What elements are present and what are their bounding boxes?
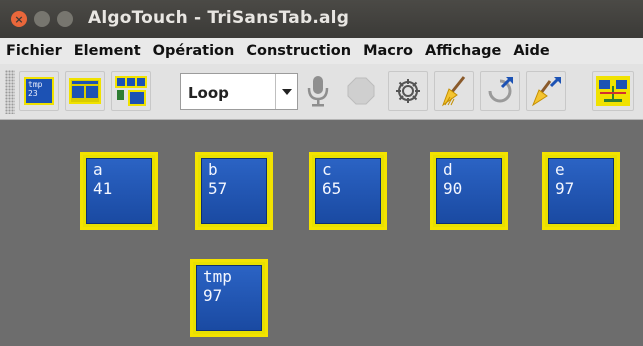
menu-bar: Fichier Element Opération Construction M… xyxy=(0,38,643,64)
undo-icon xyxy=(488,77,513,103)
menu-operation[interactable]: Opération xyxy=(153,43,235,59)
close-icon: × xyxy=(14,12,24,26)
window-title: AlgoTouch - TriSansTab.alg xyxy=(88,8,350,28)
menu-element[interactable]: Element xyxy=(74,43,141,59)
broom-redo-icon xyxy=(531,77,561,107)
record-button[interactable] xyxy=(298,71,338,111)
stop-button[interactable] xyxy=(341,71,381,111)
variable-value: 97 xyxy=(555,179,575,198)
array-index-icon xyxy=(115,76,147,106)
gear-icon xyxy=(396,79,420,103)
loop-select-value: Loop xyxy=(188,84,229,102)
loop-dropdown-button[interactable] xyxy=(275,74,297,109)
variable-name: e xyxy=(555,160,565,179)
array-tile-icon xyxy=(69,78,101,104)
variable-tile-c[interactable]: c 65 xyxy=(309,152,387,230)
clear-button[interactable] xyxy=(434,71,474,111)
variable-name: tmp xyxy=(203,267,232,286)
new-variable-button[interactable]: tmp 23 xyxy=(19,71,59,111)
variable-tile-body: e 97 xyxy=(548,158,614,224)
variable-tile-a[interactable]: a 41 xyxy=(80,152,158,230)
toolbar-grip[interactable] xyxy=(5,70,15,114)
minimize-window-button[interactable] xyxy=(34,11,50,27)
maximize-window-button[interactable] xyxy=(57,11,73,27)
variable-tile-d[interactable]: d 90 xyxy=(430,152,508,230)
variable-value: 97 xyxy=(203,286,223,305)
variable-name: c xyxy=(322,160,332,179)
undo-button[interactable] xyxy=(480,71,520,111)
variable-tile-b[interactable]: b 57 xyxy=(195,152,273,230)
scale-icon xyxy=(596,76,630,106)
stop-octagon-icon xyxy=(347,77,375,105)
variable-tile-body: b 57 xyxy=(201,158,267,224)
variable-value: 57 xyxy=(208,179,228,198)
menu-affichage[interactable]: Affichage xyxy=(425,43,501,59)
variable-name: b xyxy=(208,160,218,179)
loop-select[interactable]: Loop xyxy=(180,73,298,110)
variable-tile-body: c 65 xyxy=(315,158,381,224)
settings-button[interactable] xyxy=(388,71,428,111)
title-bar: × AlgoTouch - TriSansTab.alg xyxy=(0,0,643,38)
variable-tile-icon: tmp 23 xyxy=(24,77,54,105)
clear-redo-button[interactable] xyxy=(526,71,566,111)
variable-value: 90 xyxy=(443,179,463,198)
menu-construction[interactable]: Construction xyxy=(246,43,351,59)
compare-button[interactable] xyxy=(592,71,634,111)
toolbar: tmp 23 Loop xyxy=(0,64,643,120)
microphone-icon xyxy=(307,76,329,107)
menu-macro[interactable]: Macro xyxy=(363,43,413,59)
variable-value: 41 xyxy=(93,179,113,198)
new-array-button[interactable] xyxy=(65,71,105,111)
variable-tile-body: a 41 xyxy=(86,158,152,224)
menu-fichier[interactable]: Fichier xyxy=(6,43,62,59)
workspace-canvas[interactable]: a 41 b 57 c 65 d 90 e 97 tmp 97 xyxy=(0,121,643,346)
variable-name: d xyxy=(443,160,453,179)
variable-tile-tmp[interactable]: tmp 97 xyxy=(190,259,268,337)
variable-tile-body: tmp 97 xyxy=(196,265,262,331)
new-array-index-button[interactable] xyxy=(111,71,151,111)
variable-name: a xyxy=(93,160,103,179)
broom-icon xyxy=(441,76,466,107)
variable-value: 65 xyxy=(322,179,342,198)
variable-tile-e[interactable]: e 97 xyxy=(542,152,620,230)
menu-aide[interactable]: Aide xyxy=(513,43,549,59)
variable-tile-body: d 90 xyxy=(436,158,502,224)
close-window-button[interactable]: × xyxy=(11,11,27,27)
chevron-down-icon xyxy=(281,88,292,95)
